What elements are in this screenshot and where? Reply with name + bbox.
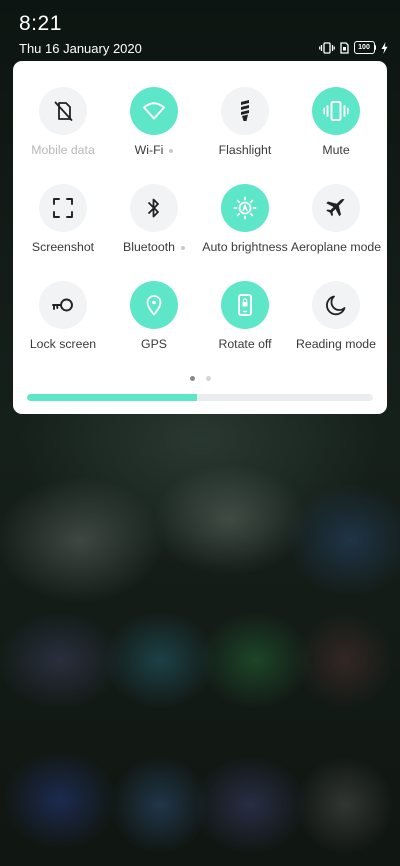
- tile-mute[interactable]: Mute: [290, 61, 382, 157]
- tile-screenshot[interactable]: Screenshot: [17, 158, 109, 254]
- brightness-slider[interactable]: [27, 394, 373, 401]
- location-pin-icon: [130, 281, 178, 329]
- more-options-dot: [169, 148, 174, 153]
- brightness-slider-fill: [27, 394, 197, 401]
- more-options-dot: [180, 245, 185, 250]
- tile-lock-screen[interactable]: Lock screen: [17, 255, 109, 351]
- wifi-icon: [130, 87, 178, 135]
- status-bar: 8:21 Thu 16 January 2020 100: [0, 0, 400, 60]
- key-icon: [39, 281, 87, 329]
- status-clock: 8:21: [19, 12, 62, 35]
- vibrate-icon: [312, 87, 360, 135]
- page-dot-2[interactable]: [205, 376, 211, 381]
- rotate-lock-icon: [221, 281, 269, 329]
- tile-gps[interactable]: GPS: [108, 255, 200, 351]
- flashlight-icon: [221, 87, 269, 135]
- tile-label: Aeroplane mode: [290, 240, 382, 254]
- screenshot-icon: [39, 184, 87, 232]
- quick-settings-panel: Mobile data Wi-Fi Flashlight Mute Screen…: [13, 61, 387, 414]
- tile-label: Mute: [322, 143, 350, 157]
- sim-icon: [339, 41, 349, 54]
- page-indicator: [13, 376, 387, 381]
- page-dot-1[interactable]: [189, 376, 195, 381]
- airplane-icon: [312, 184, 360, 232]
- status-date: Thu 16 January 2020: [19, 41, 142, 56]
- bluetooth-icon: [130, 184, 178, 232]
- tile-auto-brightness[interactable]: Auto brightness: [199, 158, 291, 254]
- tile-bluetooth[interactable]: Bluetooth: [108, 158, 200, 254]
- vibrate-icon: [318, 41, 335, 54]
- brightness-icon: [221, 184, 269, 232]
- mobile-data-off-icon: [39, 87, 87, 135]
- battery-level: 100: [353, 41, 375, 54]
- tile-aeroplane-mode[interactable]: Aeroplane mode: [290, 158, 382, 254]
- charging-icon: [381, 41, 388, 54]
- tile-label: Reading mode: [296, 337, 376, 351]
- tile-flashlight[interactable]: Flashlight: [199, 61, 291, 157]
- tile-wifi[interactable]: Wi-Fi: [108, 61, 200, 157]
- status-icons: 100: [318, 41, 389, 54]
- battery-icon: 100: [353, 41, 376, 54]
- moon-icon: [312, 281, 360, 329]
- tile-reading-mode[interactable]: Reading mode: [290, 255, 382, 351]
- tile-mobile-data[interactable]: Mobile data: [17, 61, 109, 157]
- tile-rotate-off[interactable]: Rotate off: [199, 255, 291, 351]
